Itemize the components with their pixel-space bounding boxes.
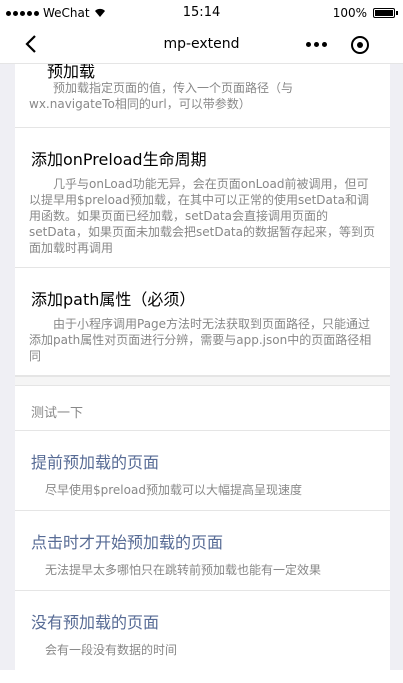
battery-fill [375,10,393,16]
link-desc: 无法提早太多哪怕只在跳转前预加载也能有一定效果 [45,563,322,577]
main-content: 预加载 预加载指定页面的值，传入一个页面路径（与wx.navigateTo相同的… [15,64,390,670]
section-divider [15,376,390,386]
nav-bar: mp-extend [0,26,403,64]
status-bar: WeChat 15:14 100% [0,0,403,26]
link-title: 提前预加载的页面 [31,453,160,472]
section-title: 添加path属性（必须） [31,290,196,309]
page-title: mp-extend [163,36,240,52]
status-right: 100% [332,6,398,20]
section-path: 添加path属性（必须） 由于小程序调用Page方法时无法获取到页面路径，只能通… [15,268,390,376]
link-desc: 会有一段没有数据的时间 [45,643,178,657]
section-title: 添加onPreload生命周期 [31,150,207,169]
link-preload-early[interactable]: 提前预加载的页面 尽早使用$preload预加载可以大幅提高呈现速度 [15,430,390,510]
link-no-preload[interactable]: 没有预加载的页面 会有一段没有数据的时间 [15,590,390,670]
link-title: 点击时才开始预加载的页面 [31,533,224,552]
link-title: 没有预加载的页面 [31,613,160,632]
test-heading: 测试一下 [31,406,84,421]
more-icon[interactable] [306,42,327,47]
link-preload-on-click[interactable]: 点击时才开始预加载的页面 无法提早太多哪怕只在跳转前预加载也能有一定效果 [15,510,390,590]
section-preload: 预加载 预加载指定页面的值，传入一个页面路径（与wx.navigateTo相同的… [15,64,390,128]
section-desc: 由于小程序调用Page方法时无法获取到页面路径，只能通过添加path属性对页面进… [29,317,372,363]
battery-percent: 100% [332,6,367,20]
section-desc: 预加载指定页面的值，传入一个页面路径（与wx.navigateTo相同的url，… [29,81,294,111]
battery-icon [373,8,398,18]
bottom-edge [0,670,403,683]
link-desc: 尽早使用$preload预加载可以大幅提高呈现速度 [45,483,302,497]
close-icon[interactable] [351,36,369,54]
section-desc: 几乎与onLoad功能无异，会在页面onLoad前被调用，但可以提早用$prel… [29,177,375,255]
section-onpreload: 添加onPreload生命周期 几乎与onLoad功能无异，会在页面onLoad… [15,128,390,268]
